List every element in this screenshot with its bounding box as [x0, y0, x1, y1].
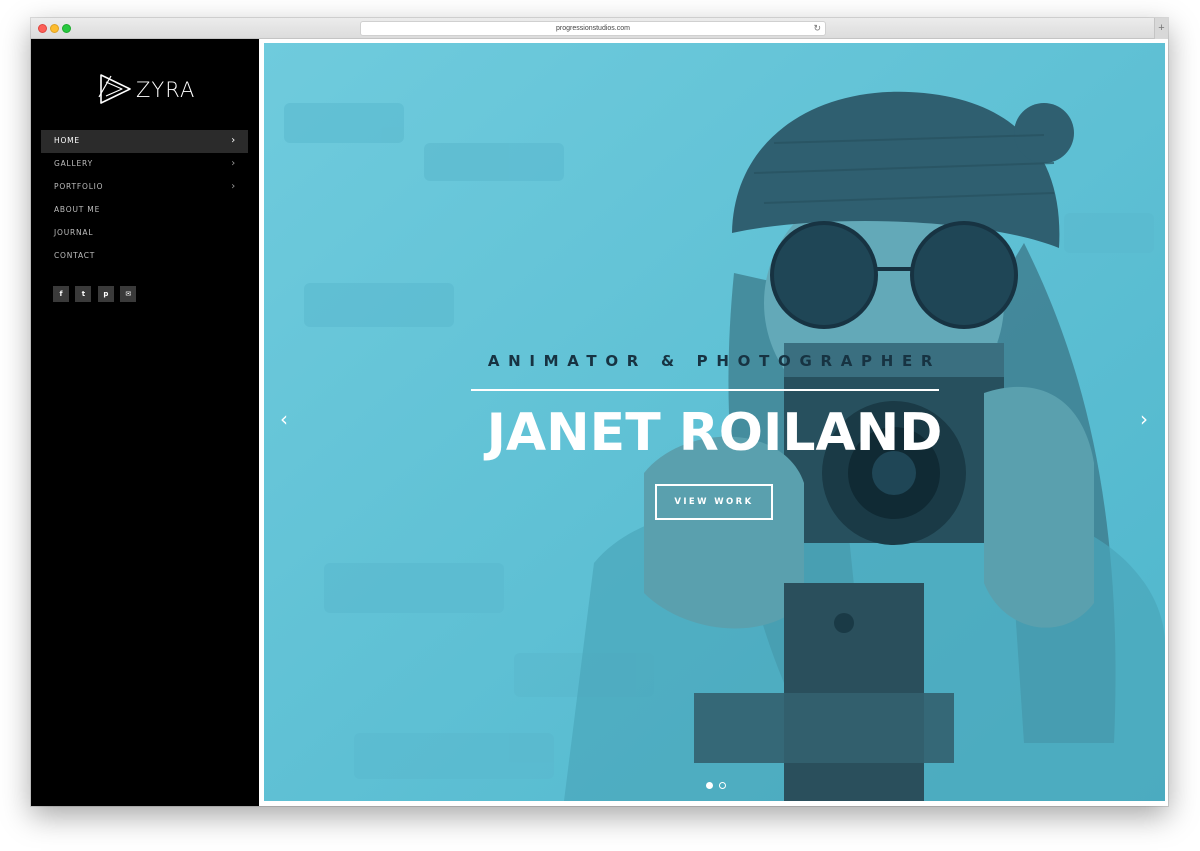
nav-item-label: CONTACT [54, 251, 96, 260]
nav-item-about-me[interactable]: ABOUT ME [41, 199, 248, 222]
nav-item-contact[interactable]: CONTACT [41, 245, 248, 268]
social-links: f t p ✉ [53, 286, 138, 304]
nav-item-portfolio[interactable]: PORTFOLIO › [41, 176, 248, 199]
chevron-right-icon: › [231, 135, 236, 146]
logo-mark-icon [98, 74, 131, 104]
browser-window: progressionstudios.com ↻ + ZYRA HOME › G… [31, 18, 1168, 806]
nav-item-home[interactable]: HOME › [41, 130, 248, 153]
chevron-left-icon[interactable]: ‹ [276, 408, 292, 430]
slider-dot-2[interactable] [719, 782, 727, 789]
zoom-window-button[interactable] [62, 24, 71, 33]
nav-item-label: JOURNAL [54, 228, 94, 237]
twitter-icon[interactable]: t [75, 286, 92, 302]
nav-item-label: PORTFOLIO [54, 182, 104, 191]
hero-title: JANET ROILAND [486, 403, 943, 463]
nav-item-journal[interactable]: JOURNAL [41, 222, 248, 245]
chevron-right-icon[interactable]: › [1136, 408, 1152, 430]
nav-item-label: GALLERY [54, 159, 93, 168]
mail-icon[interactable]: ✉ [120, 286, 137, 302]
address-bar[interactable]: progressionstudios.com ↻ [360, 21, 826, 36]
slider-dot-1[interactable] [706, 782, 713, 789]
site-logo[interactable]: ZYRA [97, 72, 197, 106]
nav-item-gallery[interactable]: GALLERY › [41, 153, 248, 176]
close-window-button[interactable] [38, 24, 47, 33]
hero-section: ANIMATOR & PHOTOGRAPHER JANET ROILAND VI… [259, 39, 1168, 806]
main-nav: HOME › GALLERY › PORTFOLIO › ABOUT ME JO… [41, 130, 248, 268]
nav-item-label: ABOUT ME [54, 205, 101, 214]
browser-titlebar: progressionstudios.com ↻ + [31, 18, 1168, 39]
hero-tagline: ANIMATOR & PHOTOGRAPHER [487, 352, 942, 370]
nav-item-label: HOME [54, 136, 80, 145]
sidebar: ZYRA HOME › GALLERY › PORTFOLIO › ABOUT … [31, 39, 259, 806]
chevron-right-icon: › [231, 181, 236, 192]
logo-text: ZYRA [136, 78, 196, 102]
hero-slide: ANIMATOR & PHOTOGRAPHER JANET ROILAND VI… [264, 43, 1165, 801]
minimize-window-button[interactable] [50, 24, 59, 33]
pinterest-icon[interactable]: p [97, 286, 114, 302]
chevron-right-icon: › [231, 158, 236, 169]
hero-divider [471, 389, 939, 391]
view-work-button[interactable]: VIEW WORK [655, 484, 773, 520]
reload-icon[interactable]: ↻ [813, 22, 821, 35]
new-tab-button[interactable]: + [1154, 18, 1168, 39]
url-text: progressionstudios.com [556, 25, 630, 32]
slider-pagination [706, 776, 728, 794]
facebook-icon[interactable]: f [53, 286, 69, 302]
